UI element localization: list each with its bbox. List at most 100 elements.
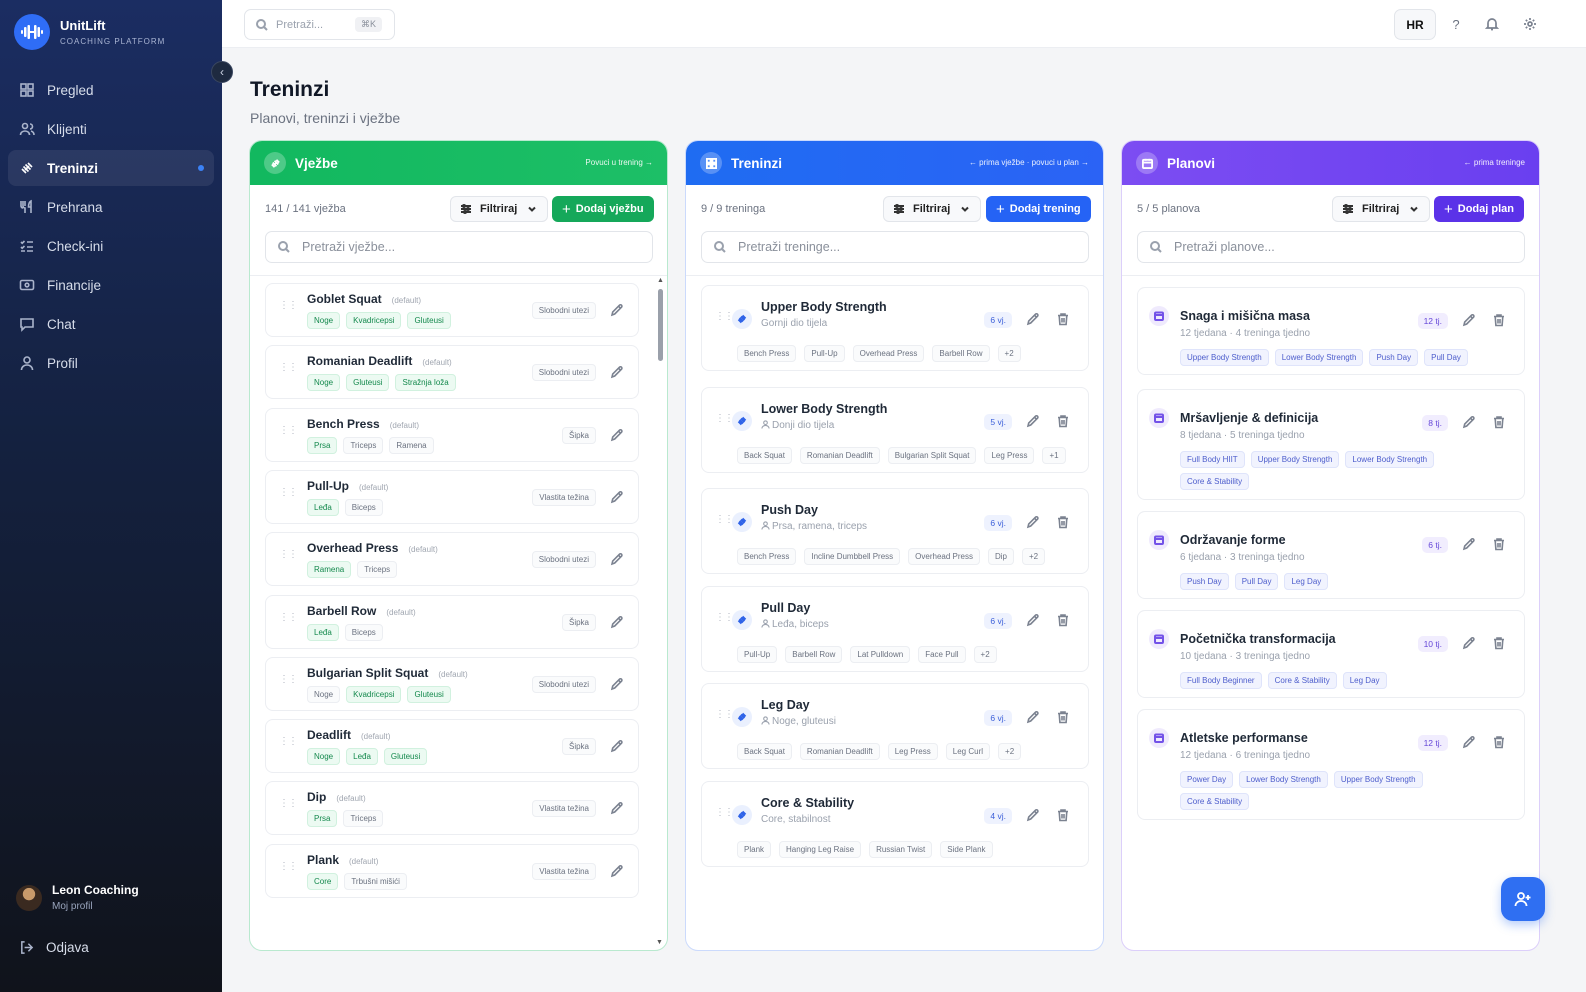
exercise-card[interactable]: ⋮⋮ Goblet Squat (default) Noge Kvadricepsi…: [265, 283, 639, 337]
drag-handle-icon[interactable]: ⋮⋮: [279, 550, 298, 560]
sidebar-item-treninzi[interactable]: Treninzi: [8, 150, 214, 186]
workout-card[interactable]: ⋮⋮ Pull Day Leđa, biceps 6 vj. Pull-Up Ba…: [701, 586, 1089, 672]
plan-card[interactable]: Atletske performanse 12 tjedana · 6 tren…: [1137, 709, 1525, 820]
language-button[interactable]: HR: [1394, 9, 1436, 40]
delete-trash-icon[interactable]: [1492, 313, 1506, 327]
scroll-down-icon[interactable]: ▼: [656, 939, 663, 946]
sidebar-collapse-button[interactable]: ‹: [211, 61, 233, 83]
drag-handle-icon[interactable]: ⋮⋮: [279, 674, 298, 684]
edit-pencil-icon[interactable]: [610, 552, 624, 566]
delete-trash-icon[interactable]: [1492, 537, 1506, 551]
workout-card[interactable]: ⋮⋮ Core & Stability Core, stabilnost 4 v…: [701, 781, 1089, 867]
workout-card[interactable]: ⋮⋮ Lower Body Strength Donji dio tijela …: [701, 387, 1089, 473]
edit-pencil-icon[interactable]: [610, 428, 624, 442]
plan-card[interactable]: Održavanje forme 6 tjedana · 3 treninga …: [1137, 511, 1525, 599]
sidebar-item-profil[interactable]: Profil: [8, 345, 214, 381]
plan-card[interactable]: Početnička transformacija 10 tjedana · 3…: [1137, 610, 1525, 698]
delete-trash-icon[interactable]: [1492, 636, 1506, 650]
logout-button[interactable]: Odjava: [19, 940, 89, 955]
plans-search-input[interactable]: Pretraži planove...: [1137, 231, 1525, 263]
edit-pencil-icon[interactable]: [1026, 613, 1040, 627]
delete-trash-icon[interactable]: [1056, 613, 1070, 627]
edit-pencil-icon[interactable]: [1462, 415, 1476, 429]
drag-handle-icon[interactable]: ⋮⋮: [279, 363, 298, 373]
edit-pencil-icon[interactable]: [1026, 312, 1040, 326]
sidebar-item-pregled[interactable]: Pregled: [8, 72, 214, 108]
edit-pencil-icon[interactable]: [610, 677, 624, 691]
gear-icon[interactable]: [1522, 16, 1538, 32]
drag-handle-icon[interactable]: ⋮⋮: [279, 799, 298, 809]
add-client-fab[interactable]: [1501, 877, 1545, 921]
exercise-list-scrollbar[interactable]: [656, 279, 662, 949]
add-workout-button[interactable]: + Dodaj trening: [986, 196, 1091, 222]
scroll-up-icon[interactable]: ▲: [657, 277, 664, 284]
edit-pencil-icon[interactable]: [610, 615, 624, 629]
exercises-search-input[interactable]: Pretraži vježbe...: [265, 231, 653, 263]
exercise-card[interactable]: ⋮⋮ Pull-Up (default) Leđa Biceps Vlastita …: [265, 469, 639, 524]
sidebar-item-klijenti[interactable]: Klijenti: [8, 111, 214, 147]
drag-handle-icon[interactable]: ⋮⋮: [279, 737, 298, 747]
workouts-filter-button[interactable]: Filtriraj: [883, 196, 982, 222]
workouts-search-input[interactable]: Pretraži treninge...: [701, 231, 1089, 263]
plan-card[interactable]: Snaga i mišična masa 12 tjedana · 4 tren…: [1137, 287, 1525, 375]
exercise-card[interactable]: ⋮⋮ Dip (default) Prsa Triceps Vlastita tež…: [265, 781, 639, 836]
drag-handle-icon[interactable]: ⋮⋮: [715, 808, 734, 818]
edit-pencil-icon[interactable]: [1462, 537, 1476, 551]
delete-trash-icon[interactable]: [1492, 735, 1506, 749]
delete-trash-icon[interactable]: [1492, 415, 1506, 429]
edit-pencil-icon[interactable]: [1462, 735, 1476, 749]
help-button[interactable]: ?: [1448, 16, 1464, 32]
drag-handle-icon[interactable]: ⋮⋮: [715, 710, 734, 720]
edit-pencil-icon[interactable]: [1462, 313, 1476, 327]
edit-pencil-icon[interactable]: [610, 864, 624, 878]
edit-pencil-icon[interactable]: [1026, 710, 1040, 724]
user-profile[interactable]: Leon Coaching Moj profil: [16, 883, 139, 912]
edit-pencil-icon[interactable]: [610, 365, 624, 379]
exercise-card[interactable]: ⋮⋮ Bench Press (default) Prsa Triceps Ramen…: [265, 407, 639, 462]
drag-handle-icon[interactable]: ⋮⋮: [279, 487, 298, 497]
sidebar-item-prehrana[interactable]: Prehrana: [8, 189, 214, 225]
exercises-filter-button[interactable]: Filtriraj: [450, 196, 549, 222]
edit-pencil-icon[interactable]: [610, 303, 624, 317]
delete-trash-icon[interactable]: [1056, 312, 1070, 326]
drag-handle-icon[interactable]: ⋮⋮: [715, 613, 734, 623]
drag-handle-icon[interactable]: ⋮⋮: [715, 414, 734, 424]
edit-pencil-icon[interactable]: [1026, 414, 1040, 428]
edit-pencil-icon[interactable]: [610, 490, 624, 504]
exercise-card[interactable]: ⋮⋮ Barbell Row (default) Leđa Biceps Šipka: [265, 594, 639, 649]
drag-handle-icon[interactable]: ⋮⋮: [279, 861, 298, 871]
delete-trash-icon[interactable]: [1056, 414, 1070, 428]
exercise-card[interactable]: ⋮⋮ Bulgarian Split Squat (default) Noge Kv…: [265, 656, 639, 711]
workout-card[interactable]: ⋮⋮ Push Day Prsa, ramena, triceps 6 vj. …: [701, 488, 1089, 574]
global-search-input[interactable]: Pretraži... ⌘K: [244, 9, 395, 40]
exercise-card[interactable]: ⋮⋮ Overhead Press (default) Ramena Triceps…: [265, 532, 639, 587]
bell-icon[interactable]: [1484, 16, 1500, 32]
add-plan-button[interactable]: + Dodaj plan: [1434, 196, 1524, 222]
edit-pencil-icon[interactable]: [1026, 515, 1040, 529]
app-logo[interactable]: UnitLift COACHING PLATFORM: [14, 14, 165, 50]
plan-card[interactable]: Mršavljenje & definicija 8 tjedana · 5 t…: [1137, 389, 1525, 500]
edit-pencil-icon[interactable]: [1026, 808, 1040, 822]
sidebar-item-chat[interactable]: Chat: [8, 306, 214, 342]
add-exercise-button[interactable]: + Dodaj vježbu: [552, 196, 654, 222]
drag-handle-icon[interactable]: ⋮⋮: [279, 301, 298, 311]
exercise-card[interactable]: ⋮⋮ Romanian Deadlift (default) Noge Gluteu…: [265, 345, 639, 400]
drag-handle-icon[interactable]: ⋮⋮: [715, 312, 734, 322]
sidebar-item-check-ini[interactable]: Check-ini: [8, 228, 214, 264]
delete-trash-icon[interactable]: [1056, 515, 1070, 529]
exercise-card[interactable]: ⋮⋮ Deadlift (default) Noge Leđa Gluteusi Ši…: [265, 719, 639, 774]
edit-pencil-icon[interactable]: [610, 739, 624, 753]
delete-trash-icon[interactable]: [1056, 808, 1070, 822]
delete-trash-icon[interactable]: [1056, 710, 1070, 724]
drag-handle-icon[interactable]: ⋮⋮: [279, 425, 298, 435]
drag-handle-icon[interactable]: ⋮⋮: [715, 515, 734, 525]
sidebar-item-financije[interactable]: Financije: [8, 267, 214, 303]
drag-handle-icon[interactable]: ⋮⋮: [279, 612, 298, 622]
exercise-card[interactable]: ⋮⋮ Plank (default) Core Trbušni mišići Vla…: [265, 843, 639, 898]
edit-pencil-icon[interactable]: [1462, 636, 1476, 650]
scrollbar-thumb[interactable]: [658, 289, 663, 361]
workout-card[interactable]: ⋮⋮ Leg Day Noge, gluteusi 6 vj. Back Squ…: [701, 683, 1089, 769]
plans-filter-button[interactable]: Filtriraj: [1332, 196, 1431, 222]
edit-pencil-icon[interactable]: [610, 801, 624, 815]
workout-card[interactable]: ⋮⋮ Upper Body Strength Gornji dio tijela…: [701, 285, 1089, 371]
